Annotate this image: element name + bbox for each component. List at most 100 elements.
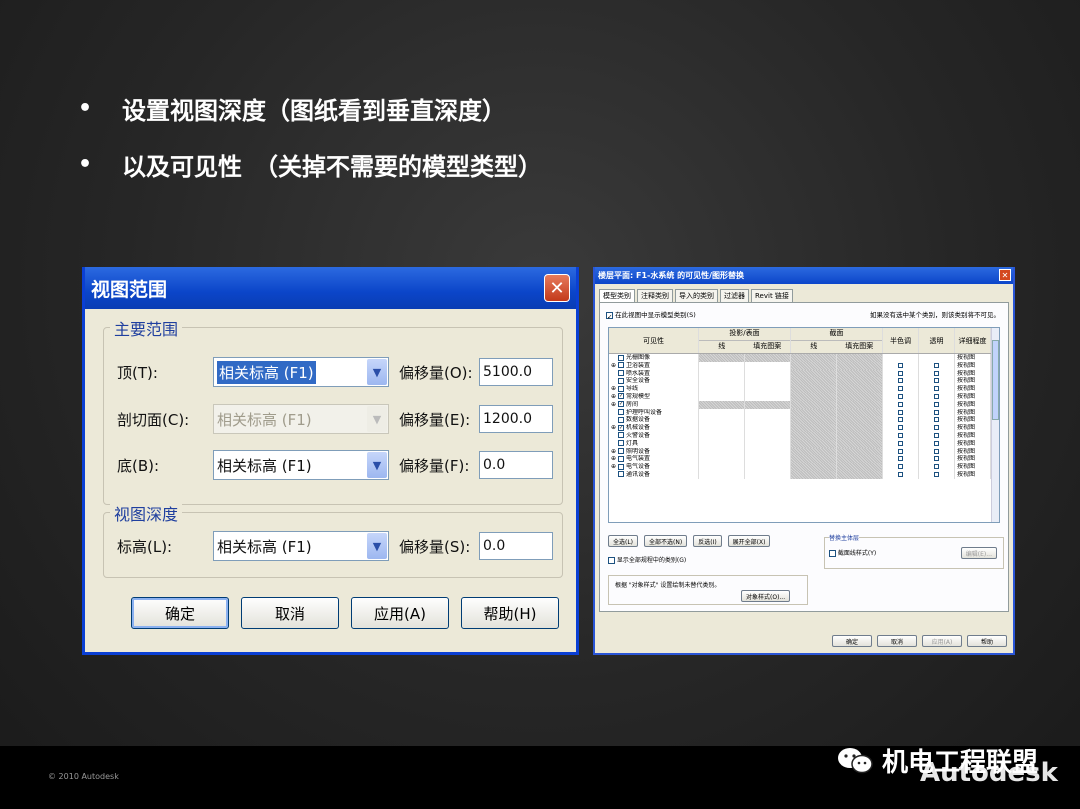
override-cell[interactable] [745, 377, 791, 386]
category-checkbox[interactable] [618, 471, 624, 478]
override-cell[interactable] [699, 400, 745, 409]
row-checkbox[interactable] [934, 393, 939, 399]
category-checkbox[interactable] [618, 455, 624, 462]
row-checkbox[interactable] [934, 370, 939, 376]
row-checkbox[interactable] [934, 409, 939, 415]
halftone-cell[interactable] [883, 447, 919, 456]
halftone-cell[interactable] [883, 431, 919, 440]
row-checkbox[interactable] [934, 464, 939, 470]
override-cell[interactable] [837, 416, 883, 425]
override-cell[interactable] [837, 392, 883, 401]
transparent-cell[interactable] [919, 369, 955, 378]
category-checkbox[interactable] [618, 463, 624, 470]
table-row[interactable]: 数据设备 按视图 [609, 416, 999, 425]
table-row[interactable]: 光栅图像 按视图 [609, 354, 999, 362]
halftone-cell[interactable] [883, 439, 919, 448]
override-cell[interactable] [837, 424, 883, 432]
halftone-cell[interactable] [883, 400, 919, 409]
override-cell[interactable] [837, 470, 883, 479]
transparent-cell[interactable] [919, 392, 955, 401]
chevron-down-icon[interactable]: ▼ [367, 533, 387, 559]
override-cell[interactable] [791, 408, 837, 417]
category-checkbox[interactable] [618, 432, 624, 439]
detail-cell[interactable]: 按视图 [955, 424, 991, 432]
override-cell[interactable] [745, 431, 791, 440]
row-checkbox[interactable] [934, 362, 939, 368]
expand-icon[interactable]: ⊕ [611, 401, 618, 409]
close-button[interactable]: ✕ [544, 274, 570, 302]
override-cell[interactable] [699, 361, 745, 370]
table-row[interactable]: ⊕ ✓ 机械设备 按视图 [609, 424, 999, 432]
override-cell[interactable] [791, 463, 837, 471]
row-checkbox[interactable] [898, 409, 903, 415]
row-checkbox[interactable] [934, 417, 939, 423]
override-cell[interactable] [745, 369, 791, 378]
category-checkbox[interactable] [618, 362, 624, 369]
tab-filters[interactable]: 过滤器 [720, 289, 749, 302]
halftone-cell[interactable] [883, 354, 919, 362]
cancel-button[interactable]: 取消 [241, 597, 339, 629]
halftone-cell[interactable] [883, 361, 919, 370]
detail-cell[interactable]: 按视图 [955, 385, 991, 393]
row-checkbox[interactable] [934, 425, 939, 431]
override-cell[interactable] [745, 447, 791, 456]
row-checkbox[interactable] [898, 386, 903, 392]
transparent-cell[interactable] [919, 439, 955, 448]
apply-button[interactable]: 应用(A) [922, 635, 962, 647]
override-cell[interactable] [837, 431, 883, 440]
category-checkbox[interactable] [618, 448, 624, 455]
transparent-cell[interactable] [919, 408, 955, 417]
expand-icon[interactable]: ⊕ [611, 448, 618, 456]
row-checkbox[interactable] [898, 378, 903, 384]
halftone-cell[interactable] [883, 463, 919, 471]
override-cell[interactable] [791, 385, 837, 393]
detail-cell[interactable]: 按视图 [955, 400, 991, 409]
expand-icon[interactable]: ⊕ [611, 463, 618, 471]
halftone-cell[interactable] [883, 385, 919, 393]
transparent-cell[interactable] [919, 385, 955, 393]
ok-button[interactable]: 确定 [832, 635, 872, 647]
row-checkbox[interactable] [898, 464, 903, 470]
row-checkbox[interactable] [898, 440, 903, 446]
override-cell[interactable] [699, 392, 745, 401]
table-row[interactable]: ⊕ ✓ 房间 按视图 [609, 400, 999, 409]
override-cell[interactable] [791, 377, 837, 386]
override-cell[interactable] [837, 400, 883, 409]
table-row[interactable]: ⊕ 导线 按视图 [609, 385, 999, 393]
override-cell[interactable] [837, 377, 883, 386]
detail-cell[interactable]: 按视图 [955, 439, 991, 448]
row-checkbox[interactable] [934, 401, 939, 407]
override-cell[interactable] [791, 424, 837, 432]
transparent-cell[interactable] [919, 431, 955, 440]
table-row[interactable]: ⊕ 照明设备 按视图 [609, 447, 999, 456]
override-cell[interactable] [745, 400, 791, 409]
row-checkbox[interactable] [934, 378, 939, 384]
category-checkbox[interactable] [618, 440, 624, 447]
help-button[interactable]: 帮助 [967, 635, 1007, 647]
detail-cell[interactable]: 按视图 [955, 392, 991, 401]
override-cell[interactable] [699, 377, 745, 386]
transparent-cell[interactable] [919, 361, 955, 370]
override-cell[interactable] [791, 431, 837, 440]
row-checkbox[interactable] [934, 448, 939, 454]
category-checkbox[interactable] [618, 377, 624, 384]
override-cell[interactable] [745, 408, 791, 417]
table-row[interactable]: 安全设备 按视图 [609, 377, 999, 386]
transparent-cell[interactable] [919, 400, 955, 409]
override-cell[interactable] [837, 463, 883, 471]
halftone-cell[interactable] [883, 392, 919, 401]
top-offset-input[interactable]: 5100.0 [479, 358, 553, 386]
table-row[interactable]: ⊕ 电气装置 按视图 [609, 455, 999, 464]
row-checkbox[interactable] [934, 440, 939, 446]
override-cell[interactable] [745, 424, 791, 432]
detail-cell[interactable]: 按视图 [955, 354, 991, 362]
override-cell[interactable] [745, 455, 791, 464]
detail-cell[interactable]: 按视图 [955, 455, 991, 464]
chevron-down-icon[interactable]: ▼ [367, 359, 387, 385]
row-checkbox[interactable] [934, 456, 939, 462]
override-cell[interactable] [791, 470, 837, 479]
depth-offset-input[interactable]: 0.0 [479, 532, 553, 560]
row-checkbox[interactable] [898, 393, 903, 399]
override-cell[interactable] [791, 354, 837, 362]
row-checkbox[interactable] [898, 370, 903, 376]
